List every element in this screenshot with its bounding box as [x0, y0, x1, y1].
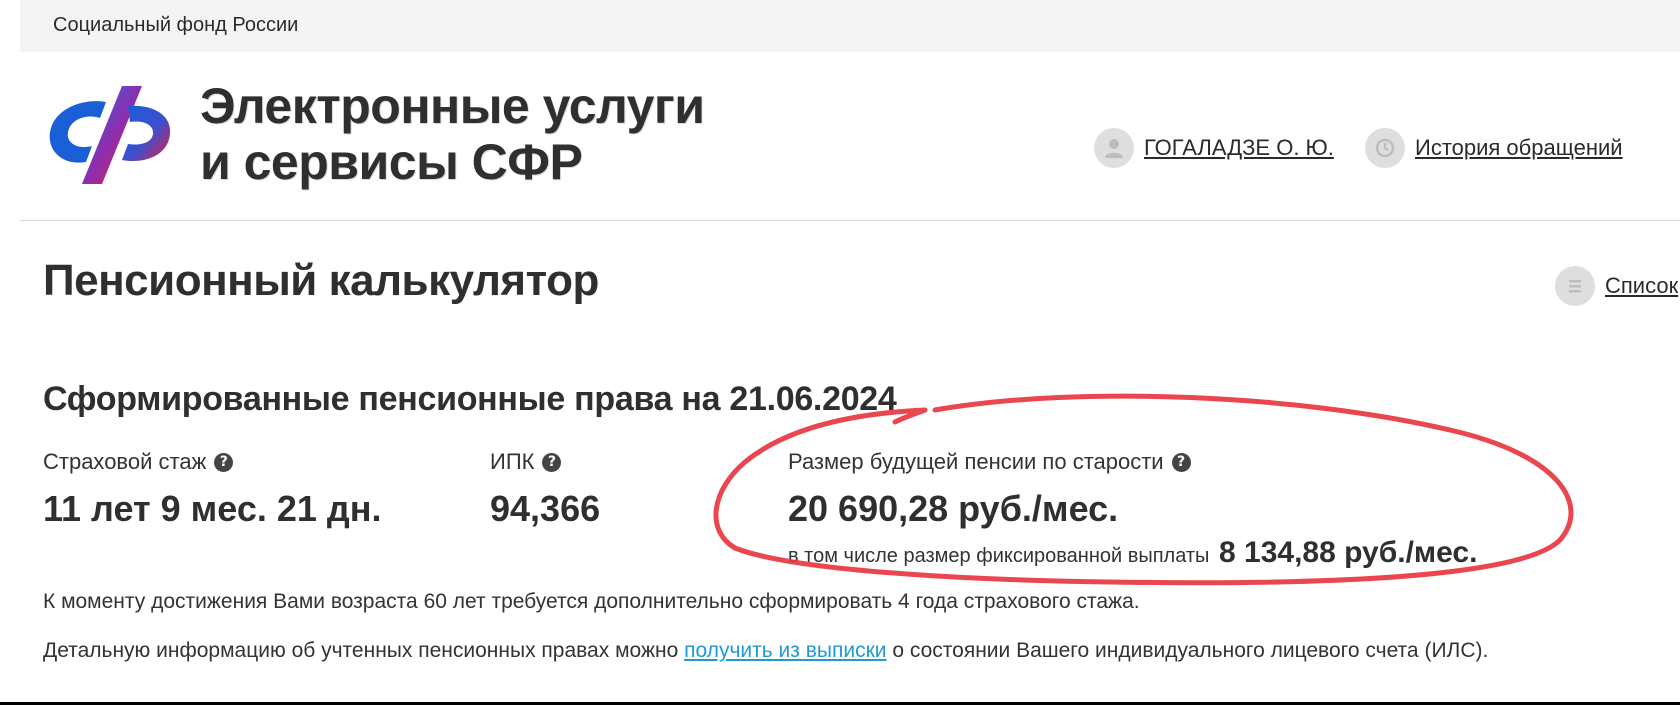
- question-circle-icon[interactable]: ?: [214, 452, 234, 472]
- pension-value: 20 690,28 руб./мес.: [788, 488, 1119, 529]
- pension-label: Размер будущей пенсии по старости: [788, 449, 1164, 474]
- history-link[interactable]: История обращений: [1365, 128, 1623, 168]
- list-icon: [1555, 266, 1595, 306]
- fixed-payment-line: в том числе размер фиксированной выплаты…: [788, 536, 1477, 570]
- user-icon: [1094, 128, 1134, 168]
- question-circle-icon[interactable]: ?: [1171, 452, 1191, 472]
- insurance-label-row: Страховой стаж ?: [43, 449, 234, 475]
- info-line-2-suffix: о состоянии Вашего индивидуального лицев…: [892, 639, 1489, 662]
- history-label[interactable]: История обращений: [1415, 135, 1623, 161]
- topbar: Социальный фонд России: [20, 0, 1680, 52]
- ipk-value: 94,366: [490, 488, 601, 529]
- ipk-label-row: ИПК ?: [490, 449, 562, 475]
- fixed-payment-value: 8 134,88 руб./мес.: [1219, 536, 1478, 569]
- left-margin: [0, 0, 20, 702]
- history-icon: [1365, 128, 1405, 168]
- brand-title[interactable]: Электронные услуги и сервисы СФР: [200, 78, 705, 190]
- insurance-label: Страховой стаж: [43, 449, 207, 474]
- list-link[interactable]: Список: [1555, 266, 1678, 306]
- info-line-2: Детальную информацию об учтенных пенсион…: [43, 639, 1488, 663]
- section-title: Сформированные пенсионные права на 21.06…: [43, 380, 897, 418]
- org-name[interactable]: Социальный фонд России: [53, 14, 298, 37]
- user-name[interactable]: ГОГАЛАДЗЕ О. Ю.: [1144, 135, 1334, 161]
- info-line-1: К моменту достижения Вами возраста 60 ле…: [43, 590, 1140, 613]
- brand-line-2: и сервисы СФР: [200, 134, 583, 190]
- user-profile-link[interactable]: ГОГАЛАДЗЕ О. Ю.: [1094, 128, 1334, 168]
- info-line-2-prefix: Детальную информацию об учтенных пенсион…: [43, 639, 679, 662]
- insurance-value: 11 лет 9 мес. 21 дн.: [43, 488, 382, 529]
- ipk-label: ИПК: [490, 449, 535, 474]
- brand-line-1: Электронные услуги: [200, 78, 705, 134]
- sfr-logo-icon[interactable]: [44, 80, 174, 190]
- pension-label-row: Размер будущей пенсии по старости ?: [788, 449, 1191, 475]
- question-circle-icon[interactable]: ?: [542, 452, 562, 472]
- list-label[interactable]: Список: [1605, 273, 1678, 299]
- header: Электронные услуги и сервисы СФР ГОГАЛАД…: [20, 52, 1680, 221]
- page-title: Пенсионный калькулятор: [43, 256, 599, 305]
- page: Социальный фонд России Электронные услуг…: [0, 0, 1680, 702]
- statement-link[interactable]: получить из выписки: [684, 639, 886, 662]
- fixed-payment-prefix: в том числе размер фиксированной выплаты: [788, 545, 1210, 567]
